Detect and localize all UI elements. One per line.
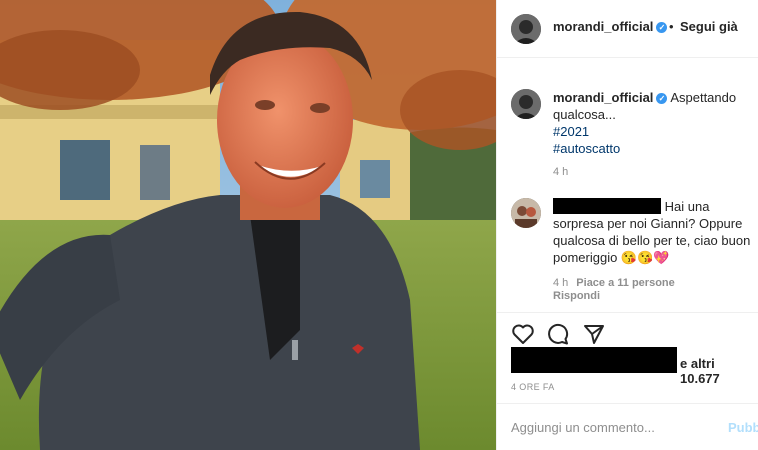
caption-avatar[interactable] bbox=[511, 89, 541, 119]
reply-button[interactable]: Rispondi bbox=[553, 290, 600, 302]
avatar-image bbox=[511, 14, 541, 44]
header-separator: • bbox=[669, 19, 674, 34]
hashtag-link[interactable]: #2021 bbox=[553, 123, 753, 140]
verified-badge-icon: ✓ bbox=[656, 93, 668, 105]
hashtag-link[interactable]: #autoscatto bbox=[553, 140, 753, 157]
heart-icon[interactable] bbox=[511, 323, 535, 348]
comment-icon[interactable] bbox=[547, 323, 569, 348]
caption-username[interactable]: morandi_official ✓ bbox=[553, 90, 668, 105]
post-header: morandi_official ✓ • Segui già bbox=[497, 0, 758, 58]
post-date[interactable]: 4 ORE FA bbox=[511, 382, 555, 392]
avatar[interactable] bbox=[511, 14, 541, 44]
post-photo[interactable] bbox=[0, 0, 496, 450]
commenter-avatar-image bbox=[511, 198, 541, 228]
selfie-photo-illustration bbox=[0, 0, 496, 450]
add-comment-bar: Pubblica bbox=[497, 403, 758, 450]
redacted-username bbox=[553, 198, 661, 214]
caption-username-text: morandi_official bbox=[553, 90, 654, 105]
commenter-avatar[interactable] bbox=[511, 198, 541, 228]
header-username[interactable]: morandi_official ✓ bbox=[553, 19, 668, 34]
comment-meta: 4 h Piace a 11 persone bbox=[553, 277, 675, 289]
comment-likes[interactable]: Piace a 11 persone bbox=[576, 277, 674, 289]
header-username-text: morandi_official bbox=[553, 19, 654, 34]
publish-button[interactable]: Pubblica bbox=[728, 420, 758, 435]
comment-timestamp[interactable]: 4 h bbox=[553, 277, 568, 289]
caption-avatar-image bbox=[511, 89, 541, 119]
verified-badge-icon: ✓ bbox=[656, 22, 668, 34]
caption-timestamp[interactable]: 4 h bbox=[553, 166, 568, 178]
likes-count[interactable]: e altri 10.677 bbox=[680, 356, 758, 386]
post-caption: morandi_official ✓ Aspettando qualcosa...… bbox=[553, 89, 753, 157]
comment-body: Hai una sorpresa per noi Gianni? Oppure … bbox=[553, 198, 753, 266]
follow-button[interactable]: Segui già bbox=[680, 19, 738, 34]
redacted-likers bbox=[511, 347, 677, 373]
share-icon[interactable] bbox=[583, 323, 605, 348]
comment-input[interactable] bbox=[511, 420, 711, 435]
post-side-panel: morandi_official ✓ • Segui già morandi_of… bbox=[496, 0, 758, 450]
